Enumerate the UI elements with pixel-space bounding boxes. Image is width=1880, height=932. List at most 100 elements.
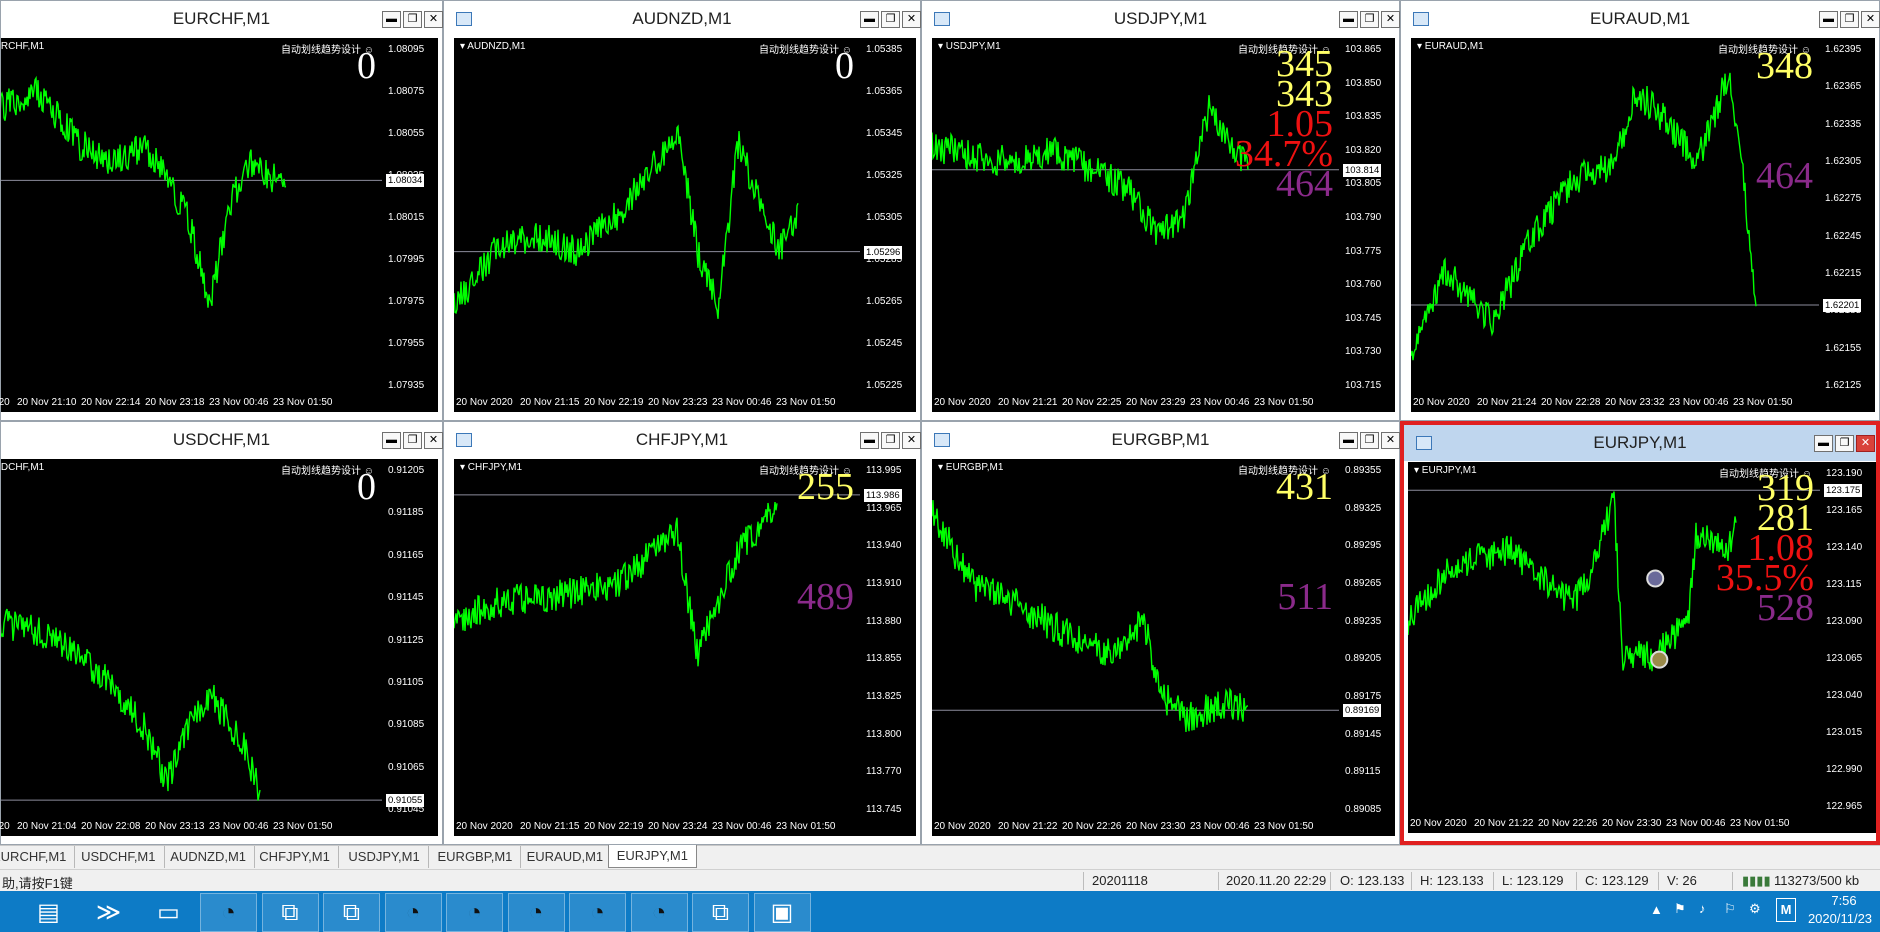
- close-button[interactable]: ✕: [424, 11, 443, 28]
- close-button[interactable]: ✕: [1856, 435, 1875, 452]
- restore-button[interactable]: ❐: [403, 11, 422, 28]
- tab-eurchf-m1[interactable]: EURCHF,M1: [0, 846, 76, 868]
- chart-window-usdchf-m1[interactable]: USDCHF,M1 ▬ ❐ ✕ USDCHF,M1 自动划线趋势设计 ☺ 0 0…: [0, 421, 443, 845]
- tab-euraud-m1[interactable]: EURAUD,M1: [519, 846, 613, 868]
- close-button[interactable]: ✕: [424, 432, 443, 449]
- close-button[interactable]: ✕: [1381, 432, 1400, 449]
- tab-chfjpy-m1[interactable]: CHFJPY,M1: [251, 846, 339, 868]
- restore-button[interactable]: ❐: [1360, 11, 1379, 28]
- price-axis[interactable]: 1.62395 1.62365 1.62335 1.62305 1.62275 1.622…: [1819, 38, 1875, 394]
- metatrader-icon[interactable]: ◔: [446, 893, 503, 932]
- price-chart[interactable]: ▾ USDJPY,M1 自动划线趋势设计 ☺ 345 343 1.05 34.7% 46…: [932, 38, 1339, 394]
- tab-eurgbp-m1[interactable]: EURGBP,M1: [430, 846, 522, 868]
- tab-usdchf-m1[interactable]: USDCHF,M1: [73, 846, 165, 868]
- minimize-button[interactable]: ▬: [860, 11, 879, 28]
- remote-desktop-icon[interactable]: ⧉: [261, 893, 319, 932]
- display-icon[interactable]: ▣: [753, 893, 811, 932]
- chart-window-eurgbp-m1[interactable]: EURGBP,M1 ▬ ❐ ✕ ▾ EURGBP,M1 自动划线趋势设计 ☺ 4…: [921, 421, 1400, 845]
- price-tick-label: 122.990: [1826, 764, 1863, 775]
- window-titlebar[interactable]: EURAUD,M1 ▬ ❐ ✕: [1401, 1, 1880, 37]
- price-chart[interactable]: ▾ EURGBP,M1 自动划线趋势设计 ☺ 431 511: [932, 459, 1339, 818]
- window-titlebar[interactable]: AUDNZD,M1 ▬ ❐ ✕: [444, 1, 921, 37]
- chart-window-eurchf-m1[interactable]: EURCHF,M1 ▬ ❐ ✕ EURCHF,M1 自动划线趋势设计 ☺ 0 1…: [0, 0, 443, 421]
- time-axis[interactable]: 20 Nov 2020 20 Nov 21:22 20 Nov 22:26 20 No…: [1408, 815, 1876, 833]
- tray-flag-icon[interactable]: ⚐: [1724, 901, 1736, 917]
- price-tick-label: 1.62245: [1825, 230, 1862, 242]
- powershell-icon[interactable]: ≫: [80, 893, 137, 932]
- chart-window-audnzd-m1[interactable]: AUDNZD,M1 ▬ ❐ ✕ ▾ AUDNZD,M1 自动划线趋势设计 ☺ 0…: [443, 0, 921, 421]
- close-button[interactable]: ✕: [1381, 11, 1400, 28]
- price-axis[interactable]: 1.05385 1.05365 1.05345 1.05325 1.05305 1.052…: [860, 38, 916, 394]
- time-axis[interactable]: 20 Nov 2020 20 Nov 21:10 20 Nov 22:14 20 No…: [0, 394, 438, 412]
- time-axis[interactable]: 20 Nov 2020 20 Nov 21:24 20 Nov 22:28 20 No…: [1411, 394, 1875, 412]
- time-axis[interactable]: 20 Nov 2020 20 Nov 21:15 20 Nov 22:19 20 No…: [454, 818, 916, 836]
- restore-button[interactable]: ❐: [1835, 435, 1854, 452]
- tray-settings-icon[interactable]: ⚙: [1749, 901, 1761, 917]
- restore-button[interactable]: ❐: [1840, 11, 1859, 28]
- metatrader-icon[interactable]: ◔: [569, 893, 626, 932]
- chart-window-eurjpy-m1[interactable]: EURJPY,M1 ▬ ❐ ✕ ▾ EURJPY,M1 自动划线趋势设计 ☺ 3…: [1400, 421, 1880, 845]
- price-axis[interactable]: 113.995 113.965 113.940 113.910 113.880 113.8…: [860, 459, 916, 818]
- minimize-button[interactable]: ▬: [860, 432, 879, 449]
- window-titlebar[interactable]: EURGBP,M1 ▬ ❐ ✕: [922, 422, 1400, 458]
- tray-network-icon[interactable]: ⚑: [1674, 901, 1686, 917]
- restore-button[interactable]: ❐: [881, 11, 900, 28]
- minimize-button[interactable]: ▬: [1814, 435, 1833, 452]
- metatrader-icon[interactable]: ◔: [630, 893, 688, 932]
- price-chart[interactable]: USDCHF,M1 自动划线趋势设计 ☺ 0: [1, 459, 382, 818]
- tray-date[interactable]: 2020/11/23: [1800, 911, 1880, 926]
- chart-window-chfjpy-m1[interactable]: CHFJPY,M1 ▬ ❐ ✕ ▾ CHFJPY,M1 自动划线趋势设计 ☺ 2…: [443, 421, 921, 845]
- window-titlebar[interactable]: USDCHF,M1 ▬ ❐ ✕: [1, 422, 443, 458]
- price-axis[interactable]: 123.190 123.165 123.140 123.115 123.090 123.0…: [1820, 462, 1876, 815]
- file-explorer-icon[interactable]: ▭: [140, 893, 197, 932]
- tray-up-arrow-icon[interactable]: ▲: [1650, 902, 1663, 917]
- close-button[interactable]: ✕: [1861, 11, 1880, 28]
- minimize-button[interactable]: ▬: [1339, 432, 1358, 449]
- time-axis[interactable]: 20 Nov 2020 20 Nov 21:22 20 Nov 22:26 20 No…: [932, 818, 1395, 836]
- minimize-button[interactable]: ▬: [1819, 11, 1838, 28]
- price-axis[interactable]: 1.080951.080751.080551.080351.080151.079…: [382, 38, 438, 394]
- minimize-button[interactable]: ▬: [382, 11, 401, 28]
- price-chart[interactable]: ▾ EURAUD,M1 自动划线趋势设计 ☺ 348 464: [1411, 38, 1819, 394]
- price-axis[interactable]: 0.89355 0.89325 0.89295 0.89265 0.89235 0.892…: [1339, 459, 1395, 818]
- price-axis[interactable]: 0.91205 0.91185 0.91165 0.91145 0.91125 0.911…: [382, 459, 438, 818]
- server-manager-icon[interactable]: ▤: [20, 893, 77, 932]
- time-tick-label: 20 Nov 23:24: [648, 821, 708, 832]
- window-titlebar[interactable]: EURCHF,M1 ▬ ❐ ✕: [1, 1, 443, 37]
- close-button[interactable]: ✕: [902, 11, 921, 28]
- window-titlebar[interactable]: CHFJPY,M1 ▬ ❐ ✕: [444, 422, 921, 458]
- tray-ime-indicator[interactable]: M: [1776, 898, 1796, 922]
- price-tick-label: 1.05325: [866, 170, 903, 181]
- time-axis[interactable]: 20 Nov 2020 20 Nov 21:15 20 Nov 22:19 20 No…: [454, 394, 916, 412]
- restore-button[interactable]: ❐: [881, 432, 900, 449]
- metatrader-icon[interactable]: ◔: [507, 893, 565, 932]
- close-button[interactable]: ✕: [902, 432, 921, 449]
- price-chart[interactable]: ▾ CHFJPY,M1 自动划线趋势设计 ☺ 255 489: [454, 459, 860, 818]
- window-titlebar[interactable]: EURJPY,M1 ▬ ❐ ✕: [1404, 425, 1876, 461]
- time-tick-label: 20 Nov 21:15: [520, 397, 580, 408]
- window-titlebar[interactable]: USDJPY,M1 ▬ ❐ ✕: [922, 1, 1400, 37]
- current-price-tag: 1.08034: [386, 174, 425, 188]
- chart-window-euraud-m1[interactable]: EURAUD,M1 ▬ ❐ ✕ ▾ EURAUD,M1 自动划线趋势设计 ☺ 3…: [1400, 0, 1880, 421]
- minimize-button[interactable]: ▬: [1339, 11, 1358, 28]
- tab-audnzd-m1[interactable]: AUDNZD,M1: [162, 846, 256, 868]
- time-axis[interactable]: 20 Nov 2020 20 Nov 21:04 20 Nov 22:08 20 No…: [0, 818, 438, 836]
- time-axis[interactable]: 20 Nov 2020 20 Nov 21:21 20 Nov 22:25 20 No…: [932, 394, 1395, 412]
- metatrader-icon[interactable]: ◔: [384, 893, 442, 932]
- restore-button[interactable]: ❐: [1360, 432, 1379, 449]
- tab-usdjpy-m1[interactable]: USDJPY,M1: [340, 846, 429, 868]
- price-chart[interactable]: ▾ AUDNZD,M1 自动划线趋势设计 ☺ 0: [454, 38, 860, 394]
- tray-volume-icon[interactable]: ♪: [1699, 901, 1706, 916]
- restore-button[interactable]: ❐: [403, 432, 422, 449]
- metatrader-icon[interactable]: ◔: [200, 893, 257, 932]
- price-tick-label: 0.91165: [388, 549, 424, 561]
- tray-time[interactable]: 7:56: [1810, 893, 1878, 908]
- tab-eurjpy-m1[interactable]: EURJPY,M1: [607, 845, 697, 868]
- remote-desktop-icon[interactable]: ⧉: [323, 893, 380, 932]
- price-chart[interactable]: EURCHF,M1 自动划线趋势设计 ☺ 0: [1, 38, 382, 394]
- price-chart[interactable]: ▾ EURJPY,M1 自动划线趋势设计 ☺ 319 281 1.08 35.5% 52…: [1408, 462, 1820, 815]
- price-axis[interactable]: 103.865 103.850 103.835 103.820 103.805 103.7…: [1339, 38, 1395, 394]
- minimize-button[interactable]: ▬: [382, 432, 401, 449]
- remote-desktop-icon[interactable]: ⧉: [692, 893, 749, 932]
- chart-window-usdjpy-m1[interactable]: USDJPY,M1 ▬ ❐ ✕ ▾ USDJPY,M1 自动划线趋势设计 ☺ 3…: [921, 0, 1400, 421]
